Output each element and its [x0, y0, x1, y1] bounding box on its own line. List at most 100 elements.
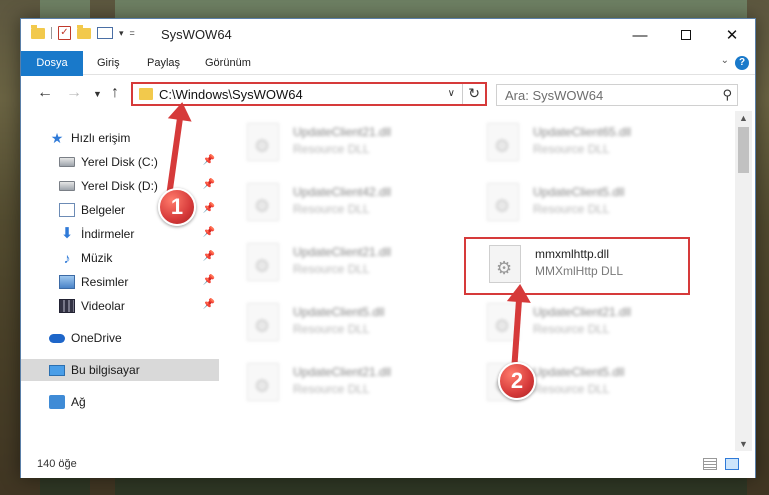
scroll-down-icon[interactable]: ▼ [739, 439, 748, 449]
sidebar-item-downloads[interactable]: ⬇ İndirmeler 📌 [21, 223, 219, 245]
music-icon: ♪ [63, 250, 71, 266]
ribbon-tabs: Dosya Giriş Paylaş Görünüm ⌄ ? [21, 51, 755, 99]
pin-icon[interactable]: 📌 [203, 251, 215, 262]
file-description: Resource DLL [293, 202, 370, 216]
forward-button[interactable]: → [66, 84, 82, 102]
folder-icon [31, 24, 45, 39]
sidebar-item-label: Belgeler [81, 203, 126, 217]
sidebar-item-local-disk-c[interactable]: Yerel Disk (C:) 📌 [21, 151, 219, 173]
vertical-scrollbar[interactable]: ▲ ▼ [735, 111, 752, 451]
sidebar-item-network[interactable]: Ağ [21, 391, 219, 413]
file-description: Resource DLL [533, 382, 610, 396]
navigation-bar: ← → ▼ ↑ C:\Windows\SysWOW64 ∨ ↻ Ara: Sys… [21, 76, 755, 110]
computer-icon [49, 364, 65, 376]
pictures-icon [59, 275, 75, 289]
details-view-button[interactable] [703, 458, 717, 470]
separator-icon: = [129, 28, 135, 38]
documents-icon [59, 203, 75, 217]
list-item[interactable]: UpdateClient5.dll Resource DLL [479, 179, 709, 227]
title-bar: ✓ ▾ = SysWOW64 — ✕ [21, 19, 755, 51]
annotation-badge-1: 1 [158, 188, 196, 226]
cloud-icon [49, 333, 65, 343]
sidebar-item-label: Müzik [81, 251, 113, 265]
file-description: Resource DLL [533, 142, 610, 156]
pin-icon[interactable]: 📌 [203, 155, 215, 166]
maximize-button[interactable] [663, 19, 709, 51]
list-item[interactable]: UpdateClient21.dll Resource DLL [239, 359, 469, 407]
list-item[interactable]: UpdateClient65.dll Resource DLL [479, 119, 709, 167]
sidebar-item-onedrive[interactable]: OneDrive [21, 327, 219, 349]
file-name: UpdateClient21.dll [533, 305, 632, 319]
list-item[interactable]: UpdateClient21.dll Resource DLL [239, 239, 469, 287]
pin-icon[interactable]: 📌 [203, 203, 215, 214]
list-item[interactable]: UpdateClient5.dll Resource DLL [239, 299, 469, 347]
properties-check-icon[interactable]: ✓ [58, 26, 71, 40]
sidebar-item-videos[interactable]: Videolar 📌 [21, 295, 219, 317]
pin-icon[interactable]: 📌 [203, 299, 215, 310]
file-description: Resource DLL [293, 262, 370, 276]
highlight-box-file [464, 237, 690, 295]
star-icon: ★ [50, 130, 64, 146]
file-name: UpdateClient21.dll [293, 125, 392, 139]
file-description: Resource DLL [293, 382, 370, 396]
list-item[interactable]: UpdateClient42.dll Resource DLL [239, 179, 469, 227]
address-divider [462, 84, 463, 104]
help-icon[interactable]: ? [735, 56, 749, 70]
dll-file-icon [247, 123, 279, 161]
new-folder-icon[interactable] [77, 24, 91, 39]
up-button[interactable]: ↑ [111, 84, 119, 102]
expand-ribbon-icon[interactable]: ⌄ [721, 55, 729, 66]
file-name: UpdateClient5.dll [293, 305, 385, 319]
tab-home[interactable]: Giriş [85, 51, 132, 75]
customize-icon[interactable] [97, 27, 113, 39]
chevron-down-icon[interactable]: ∨ [448, 88, 455, 99]
file-description: Resource DLL [533, 322, 610, 336]
annotation-badge-2: 2 [498, 362, 536, 400]
address-path[interactable]: C:\Windows\SysWOW64 [159, 87, 303, 102]
file-name: UpdateClient5.dll [533, 185, 625, 199]
item-count: 140 öğe [37, 458, 77, 470]
tab-view[interactable]: Görünüm [193, 51, 263, 75]
sidebar-item-pictures[interactable]: Resimler 📌 [21, 271, 219, 293]
dll-file-icon [247, 303, 279, 341]
sidebar-item-this-pc[interactable]: Bu bilgisayar [21, 359, 219, 381]
pin-icon[interactable]: 📌 [203, 179, 215, 190]
back-button[interactable]: ← [37, 84, 53, 102]
large-icons-view-button[interactable] [725, 458, 739, 470]
tab-share[interactable]: Paylaş [135, 51, 192, 75]
download-icon: ⬇ [60, 225, 74, 242]
dll-file-icon [487, 123, 519, 161]
navigation-pane: ★ Hızlı erişim Yerel Disk (C:) 📌 Yerel D… [21, 111, 219, 451]
sidebar-item-label: Hızlı erişim [71, 131, 131, 145]
sidebar-item-quick-access[interactable]: ★ Hızlı erişim [21, 127, 219, 149]
dll-file-icon [487, 183, 519, 221]
disk-icon [59, 157, 75, 167]
sidebar-item-label: Yerel Disk (C:) [81, 155, 158, 169]
file-description: Resource DLL [293, 322, 370, 336]
videos-icon [59, 299, 75, 313]
sidebar-item-label: Videolar [81, 299, 125, 313]
list-item[interactable]: UpdateClient21.dll Resource DLL [239, 119, 469, 167]
chevron-down-icon[interactable]: ▾ [119, 28, 124, 39]
sidebar-item-music[interactable]: ♪ Müzik 📌 [21, 247, 219, 269]
search-box[interactable]: Ara: SysWOW64 ⚲ [496, 84, 738, 106]
status-bar: 140 öğe [21, 451, 755, 478]
minimize-button[interactable]: — [617, 19, 663, 51]
window-title: SysWOW64 [161, 27, 232, 42]
search-placeholder: Ara: SysWOW64 [505, 88, 604, 103]
search-icon[interactable]: ⚲ [722, 87, 732, 103]
sidebar-item-label: Ağ [71, 395, 86, 409]
recent-locations-button[interactable]: ▼ [93, 89, 102, 99]
file-name: UpdateClient42.dll [293, 185, 392, 199]
file-name: UpdateClient65.dll [533, 125, 632, 139]
pin-icon[interactable]: 📌 [203, 275, 215, 286]
quick-access-toolbar: ✓ ▾ = [31, 24, 135, 40]
close-button[interactable]: ✕ [709, 19, 755, 51]
scrollbar-thumb[interactable] [738, 127, 749, 173]
sidebar-item-label: İndirmeler [81, 227, 135, 241]
sidebar-item-label: Bu bilgisayar [71, 363, 140, 377]
pin-icon[interactable]: 📌 [203, 227, 215, 238]
dll-file-icon [247, 243, 279, 281]
scroll-up-icon[interactable]: ▲ [739, 113, 748, 123]
refresh-icon[interactable]: ↻ [468, 85, 480, 102]
